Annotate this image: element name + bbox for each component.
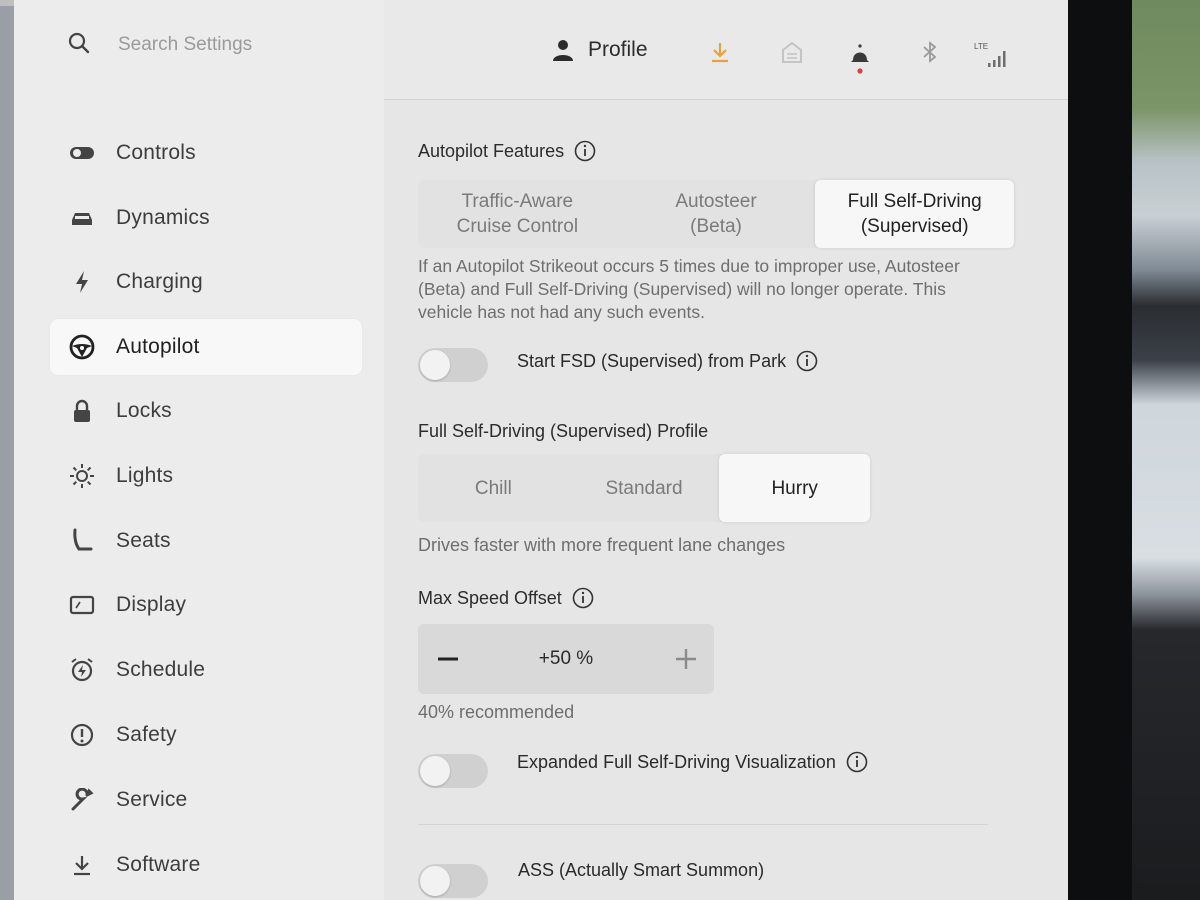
info-icon[interactable] (796, 350, 818, 372)
sidebar-item-label: Dynamics (116, 206, 210, 229)
info-icon[interactable] (846, 751, 868, 773)
sidebar-item-dynamics[interactable]: Dynamics (50, 190, 362, 246)
max-speed-offset-stepper: +50 % (418, 624, 714, 694)
sidebar-item-label: Autopilot (116, 335, 200, 358)
sidebar-item-locks[interactable]: Locks (50, 383, 362, 439)
sidebar-item-schedule[interactable]: Schedule (50, 642, 362, 698)
minus-icon (438, 657, 458, 661)
wrench-icon (68, 786, 96, 814)
background-photo-area (1132, 0, 1200, 900)
max-speed-offset-value: +50 % (538, 648, 594, 669)
display-icon (68, 591, 96, 619)
option-hurry[interactable]: Hurry (719, 454, 871, 522)
toggle-knob (420, 866, 450, 896)
speed-recommendation-text: 40% recommended (418, 702, 575, 722)
profile-label: Profile (588, 38, 648, 61)
profile-description: Drives faster with more frequent lane ch… (418, 535, 786, 555)
seat-icon (68, 527, 96, 555)
toggle-icon (68, 139, 96, 167)
smart-summon-toggle[interactable] (418, 864, 488, 898)
screen-bezel (1068, 0, 1132, 900)
search-icon[interactable] (66, 30, 92, 56)
bell-icon[interactable] (848, 42, 872, 74)
search-input[interactable] (116, 30, 360, 60)
sidebar-item-label: Seats (116, 529, 171, 552)
sidebar-item-label: Locks (116, 399, 172, 422)
profile-button[interactable]: Profile (552, 34, 648, 66)
strikeout-warning-text: If an Autopilot Strikeout occurs 5 times… (418, 256, 960, 322)
max-speed-offset-title: Max Speed Offset (418, 587, 594, 609)
decrease-button[interactable] (418, 624, 478, 694)
info-icon[interactable] (572, 587, 594, 609)
lightning-icon (68, 268, 96, 296)
autopilot-features-title: Autopilot Features (418, 140, 596, 162)
signal-bars-icon (988, 51, 1006, 67)
sidebar-item-safety[interactable]: Safety (50, 707, 362, 763)
sidebar-item-autopilot[interactable]: Autopilot (50, 319, 362, 375)
expanded-visualization-row: Expanded Full Self-Driving Visualization (517, 751, 868, 773)
sidebar-item-controls[interactable]: Controls (50, 125, 362, 181)
sidebar-item-lights[interactable]: Lights (50, 448, 362, 504)
smart-summon-label: ASS (Actually Smart Summon) (518, 860, 765, 880)
sidebar-item-seats[interactable]: Seats (50, 513, 362, 569)
autopilot-features-selector: Traffic-Aware Cruise Control Autosteer (… (418, 180, 1015, 248)
bluetooth-icon[interactable] (918, 40, 942, 64)
sidebar-item-label: Software (116, 853, 201, 876)
car-icon (68, 204, 96, 232)
start-fsd-from-park-toggle[interactable] (418, 348, 488, 382)
plus-icon (676, 649, 696, 669)
section-divider (418, 824, 988, 825)
expanded-visualization-toggle[interactable] (418, 754, 488, 788)
option-standard[interactable]: Standard (569, 454, 720, 522)
start-fsd-from-park-label: Start FSD (Supervised) from Park (517, 350, 787, 371)
sidebar-item-label: Service (116, 788, 188, 811)
max-speed-offset-label: Max Speed Offset (418, 587, 562, 608)
alert-circle-icon (68, 721, 96, 749)
sun-icon (68, 462, 96, 490)
sidebar-item-label: Safety (116, 723, 177, 746)
info-icon[interactable] (574, 140, 596, 162)
header-divider (384, 99, 1068, 100)
option-full-self-driving[interactable]: Full Self-Driving (Supervised) (815, 180, 1015, 248)
expanded-visualization-label: Expanded Full Self-Driving Visualization (517, 751, 836, 772)
toggle-knob (420, 756, 450, 786)
sidebar-item-service[interactable]: Service (50, 772, 362, 828)
toggle-knob (420, 350, 450, 380)
start-fsd-from-park-row: Start FSD (Supervised) from Park (517, 350, 818, 372)
sidebar-item-charging[interactable]: Charging (50, 254, 362, 310)
steering-wheel-icon (68, 333, 96, 361)
sidebar-item-display[interactable]: Display (50, 577, 362, 633)
option-chill[interactable]: Chill (418, 454, 569, 522)
lock-icon (68, 397, 96, 425)
sidebar-item-label: Schedule (116, 658, 206, 681)
sidebar-item-label: Lights (116, 464, 174, 487)
sidebar-item-label: Controls (116, 141, 196, 164)
sidebar-item-label: Charging (116, 270, 203, 293)
download-icon (68, 851, 96, 879)
increase-button[interactable] (656, 624, 716, 694)
fsd-profile-title: Full Self-Driving (Supervised) Profile (418, 421, 709, 441)
garage-icon[interactable] (780, 40, 804, 64)
download-icon[interactable] (708, 40, 732, 64)
sidebar-item-software[interactable]: Software (50, 837, 362, 893)
alarm-clock-icon (68, 656, 96, 684)
sidebar-item-label: Display (116, 593, 187, 616)
autopilot-features-label: Autopilot Features (418, 140, 565, 161)
fsd-profile-selector: Chill Standard Hurry (418, 454, 871, 522)
option-traffic-aware-cruise-control[interactable]: Traffic-Aware Cruise Control (418, 180, 617, 248)
option-autosteer[interactable]: Autosteer (Beta) (617, 180, 816, 248)
person-icon (553, 40, 573, 61)
